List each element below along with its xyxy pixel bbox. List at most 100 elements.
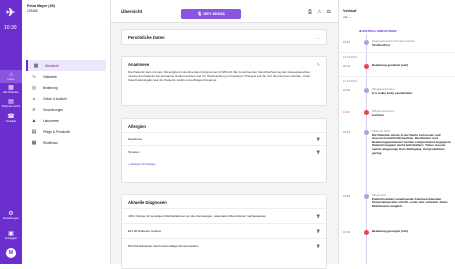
event-dot-icon	[364, 230, 369, 235]
nav-label: Zufuhr & Ausfuhr	[43, 96, 67, 101]
nav-item[interactable]: ▦ Workflows	[26, 137, 106, 148]
event-dot-icon	[364, 194, 369, 199]
event-text: TestTestTest	[372, 42, 390, 47]
event-time: 21:30	[343, 88, 350, 92]
nav-item[interactable]: ◒ Zufuhr & Ausfuhr	[26, 93, 106, 104]
event-dot-icon	[364, 130, 369, 135]
patient-id: 123456	[27, 9, 38, 13]
patient-header: Petra Mayer (49) 123456	[27, 4, 55, 14]
rail-settings-label: Einstellungen	[3, 217, 19, 220]
allergy-label: Tomaten	[128, 150, 140, 154]
nav-item[interactable]: ≡ Verordnungen	[26, 104, 106, 115]
event-body: Beatmung gestoppt (sim)	[372, 229, 452, 234]
nav-item[interactable]: ▦ Übersicht	[26, 60, 106, 71]
rail-all-patients[interactable]: ▦ Alle Patienten	[0, 83, 22, 96]
timeline-title: Verlauf	[343, 8, 357, 13]
event-dot-icon	[364, 110, 369, 115]
nav-label: Vitalwerte	[43, 74, 57, 79]
nav-item[interactable]: ∿ Vitalwerte	[26, 71, 106, 82]
event-text: Beatmung gestoppt (sim)	[372, 229, 409, 233]
allergy-item: Haselnuss 🗑	[122, 132, 326, 145]
edit-icon[interactable]: ✎	[317, 62, 320, 67]
nav-item[interactable]: ▤ Pflege & Protokolle	[26, 126, 106, 137]
nav-icon: ≡	[32, 106, 36, 113]
event-body: Organisatorische Therapie Notizen TestTes…	[372, 39, 452, 47]
event-text: testCare	[372, 112, 385, 117]
allergy-item: Tomaten 🗑	[122, 145, 326, 158]
print-icon[interactable]: ⎙	[308, 9, 312, 15]
nav-icon: ▦	[31, 139, 37, 146]
add-allergy-button[interactable]: + Allergie hinzufügen	[122, 158, 326, 170]
rail-home-label: Home	[7, 78, 15, 81]
diagnosis-label: E11.90 Diabetes mellitus	[128, 229, 161, 233]
anamnese-card: Anamnese ✎ Die Patientin kam mit dem NA …	[121, 56, 327, 106]
nav-icon: ◎	[31, 84, 37, 91]
delete-icon[interactable]: 🗑	[316, 229, 320, 233]
event-dot-icon	[364, 88, 369, 93]
rail-patient-search-label: Patienten suche	[1, 105, 21, 108]
delete-icon[interactable]: 🗑	[316, 244, 320, 248]
delete-icon[interactable]: 🗑	[316, 137, 320, 141]
app-rail: ✈ 10:30 ⌂ Home ▦ Alle Patienten ▤ Patienten s…	[0, 0, 22, 264]
event-time: 13:12	[343, 40, 350, 44]
rail-settings[interactable]: ⚙ Einstellungen	[0, 209, 22, 222]
nav-icon: ∿	[31, 73, 37, 80]
anamnese-title: Anamnese	[128, 62, 150, 67]
nav-label: Beatmung	[43, 85, 58, 90]
diagnosis-label: D64.09 Akkzeptan durch übermäßige Nieren…	[128, 244, 199, 248]
event-body: Beatmung gestartet (sim)	[372, 63, 452, 68]
event-text: Beatmung gestartet (sim)	[372, 63, 409, 67]
avatar[interactable]: M	[6, 248, 16, 258]
hey-mona-label: HEY MONA	[203, 11, 225, 16]
diagnoses-title: Aktuelle Diagnosen	[128, 200, 167, 205]
timeline-panel: Verlauf Alle ⌄ ⊕ EINTRAG HINZUFÜGEN 13:1…	[338, 0, 455, 264]
nav-icon: ▤	[31, 128, 37, 135]
delete-icon[interactable]: 🗑	[316, 150, 320, 154]
nav-label: Verordnungen	[43, 107, 64, 112]
bell-icon[interactable]: ⚠	[317, 9, 321, 15]
nav-label: Pflege & Protokolle	[43, 129, 71, 134]
rail-all-patients-label: Alle Patienten	[2, 91, 19, 94]
section-nav: ▦ Übersicht ∿ Vitalwerte ◎ Beatmung ◒ Zufuhr & …	[26, 60, 106, 148]
event-time: 11:00	[343, 110, 350, 114]
nav-icon: ▲	[31, 117, 37, 124]
nav-item[interactable]: ▲ Laborwerte	[26, 115, 106, 126]
timeline-date: 13.03.2023	[339, 52, 455, 61]
event-time: 10:19	[343, 194, 350, 198]
personal-data-card[interactable]: Persönliche Daten ⌄	[121, 29, 327, 45]
rail-contacts-label: Kontakte	[5, 120, 17, 123]
main-header: Übersicht 🎙 HEY MONA ⎙ ⚠ ⚖	[111, 0, 339, 23]
app-logo: ✈	[6, 7, 16, 19]
delete-icon[interactable]: 🗑	[316, 214, 320, 218]
scale-icon[interactable]: ⚖	[327, 9, 331, 15]
rail-home[interactable]: ⌂ Home	[0, 70, 22, 83]
timeline-date: 12.03.2023	[339, 76, 455, 85]
clock: 10:30	[4, 25, 17, 31]
nav-item[interactable]: ◎ Beatmung	[26, 82, 106, 93]
event-text: Die Patientin wurde in der Nacht verlore…	[372, 132, 452, 155]
timeline-filter[interactable]: Alle ⌄	[343, 15, 351, 19]
allergy-label: Haselnuss	[128, 137, 143, 141]
event-time: 09:04	[343, 64, 350, 68]
diagnoses-card: Aktuelle Diagnosen J18.1 Grippe mit sons…	[121, 194, 327, 269]
anamnese-text: Die Patientin kam mit dem NA aufgrund zu…	[128, 70, 311, 82]
event-dot-icon	[364, 64, 369, 69]
event-text: It is today body examination	[372, 90, 413, 95]
diagnosis-item: J18.1 Grippe mit sonstigen Manifestation…	[122, 208, 326, 223]
diagnosis-label: J18.1 Grippe mit sonstigen Manifestation…	[128, 214, 267, 218]
allergies-title: Allergien	[128, 124, 146, 129]
rail-contacts[interactable]: ☎ Kontakte	[0, 112, 22, 125]
event-time: 10:13	[343, 130, 350, 134]
add-entry-button[interactable]: ⊕ EINTRAG HINZUFÜGEN	[359, 29, 396, 33]
hey-mona-button[interactable]: 🎙 HEY MONA	[181, 9, 241, 19]
event-body: Pflegeintervention testCare	[372, 109, 452, 117]
rail-logout[interactable]: ▣ Ausloggen	[0, 229, 22, 242]
chevron-down-icon[interactable]: ⌄	[317, 35, 320, 40]
event-body: Klinische Notiz Die Patientin wurde in de…	[372, 129, 452, 155]
allergies-card: Allergien Haselnuss 🗑 Tomaten 🗑 + Allergie …	[121, 118, 327, 183]
event-time: 10:00	[343, 230, 350, 234]
rail-patient-search[interactable]: ▤ Patienten suche	[0, 97, 22, 110]
rail-logout-label: Ausloggen	[4, 237, 18, 240]
event-body: Pflegeintervention It is today body exami…	[372, 87, 452, 95]
nav-label: Übersicht	[45, 63, 59, 68]
